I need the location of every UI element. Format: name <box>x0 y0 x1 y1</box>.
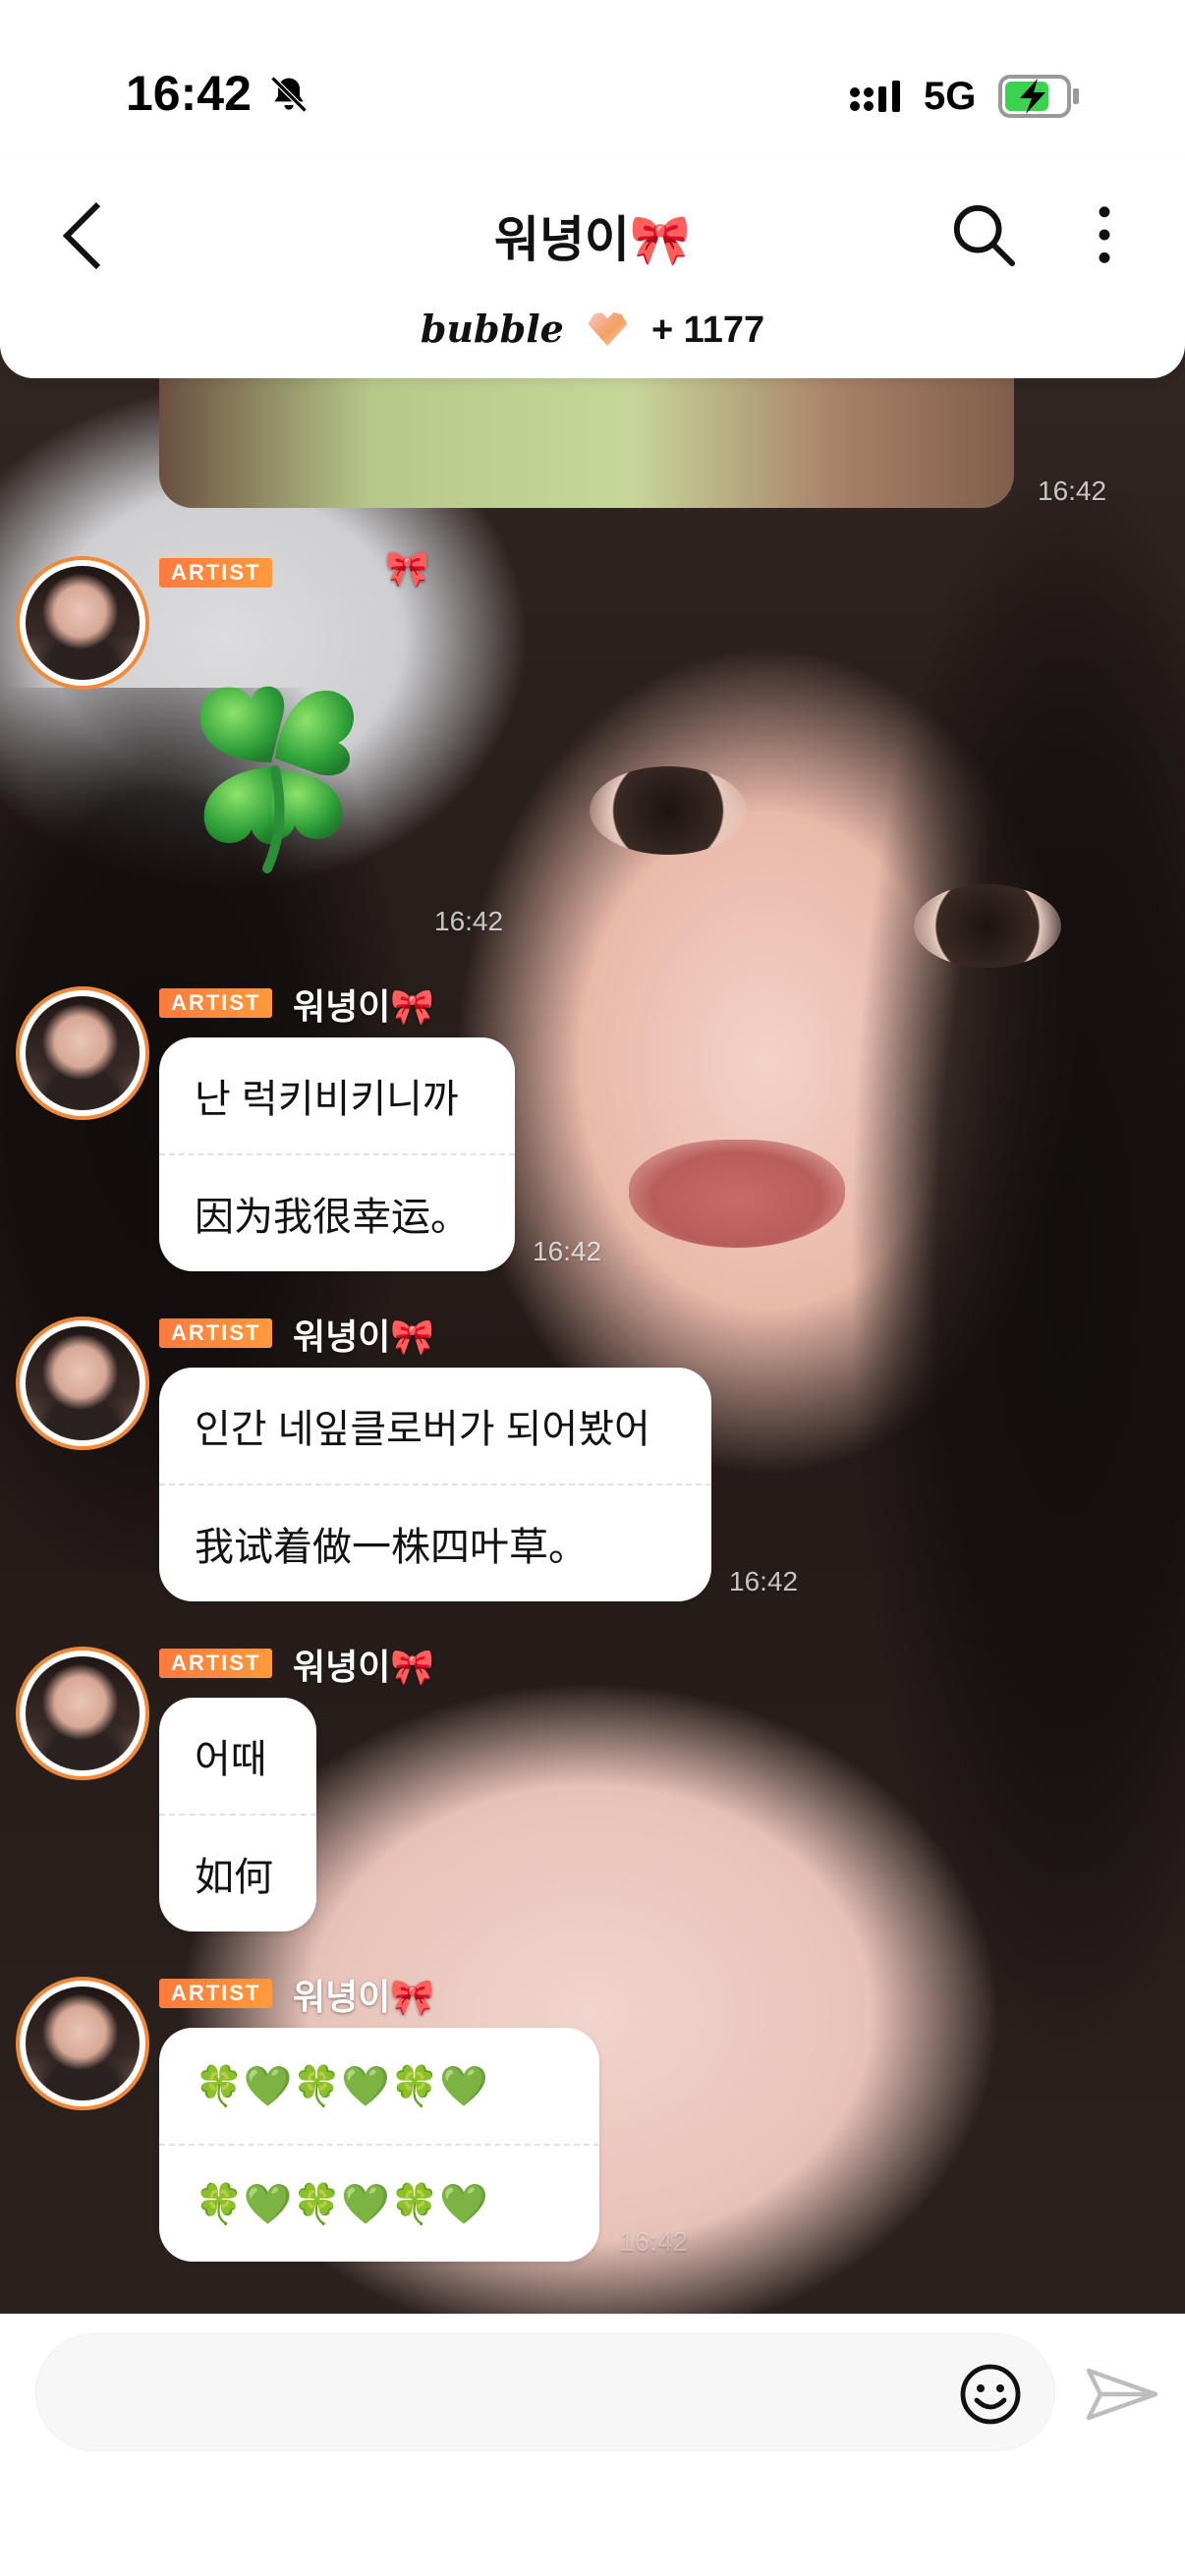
bubble-heart-icon <box>588 312 628 346</box>
message-text-emoji: 🍀💚🍀💚🍀💚 <box>195 2064 488 2108</box>
sender-name: 🎀 <box>385 548 429 588</box>
message-bubble[interactable]: 어때 如何 <box>159 1698 316 1932</box>
message-text-zh: 因为我很幸运。 <box>195 1196 470 1239</box>
artist-avatar[interactable] <box>16 1316 149 1450</box>
artist-badge: ARTIST <box>159 558 273 588</box>
sender-name: 워녕이🎀 <box>293 986 435 1027</box>
status-bar: 16:42 5G <box>0 0 1185 157</box>
background-hair-right <box>831 491 1185 2161</box>
more-options-icon[interactable] <box>1085 200 1124 269</box>
artist-avatar[interactable] <box>16 986 149 1120</box>
search-icon[interactable] <box>949 200 1018 269</box>
message-text-zh: 如何 <box>195 1856 273 1899</box>
message-bubble[interactable]: 난 럭키비키니까 因为我很幸运。 <box>159 1037 515 1271</box>
bubble-subscription-row[interactable]: bubble + 1177 <box>0 307 1185 352</box>
send-paper-plane-icon[interactable] <box>1085 2363 1159 2426</box>
message-text-ko: 인간 네잎클로버가 되어봤어 <box>195 1408 650 1451</box>
bell-slash-icon <box>270 76 308 113</box>
four-leaf-clover-sticker[interactable] <box>173 668 369 874</box>
cellular-signal-icon <box>850 81 900 112</box>
artist-avatar[interactable] <box>16 556 149 690</box>
artist-badge: ARTIST <box>159 1318 273 1348</box>
message-bubble[interactable]: 🍀💚🍀💚🍀💚 🍀💚🍀💚🍀💚 <box>159 2028 599 2262</box>
message-text-zh: 我试着做一株四叶草。 <box>195 1526 588 1569</box>
background-lips <box>629 1140 845 1248</box>
timestamp: 16:42 <box>1038 476 1107 506</box>
message-text-ko: 어때 <box>195 1738 267 1781</box>
chat-header: 워녕이🎀 bubble + 1177 <box>0 157 1185 378</box>
bubble-logo: bubble <box>420 307 564 351</box>
timestamp: 16:42 <box>619 2226 689 2257</box>
network-type: 5G <box>924 75 977 118</box>
timestamp: 16:42 <box>729 1566 799 1596</box>
artist-badge: ARTIST <box>159 1979 273 2008</box>
message-composer <box>0 2314 1185 2576</box>
timestamp: 16:42 <box>434 906 504 936</box>
status-time: 16:42 <box>126 66 252 121</box>
background-eye-left <box>590 766 747 855</box>
background-eye-right <box>914 884 1061 968</box>
battery-charging-icon <box>998 75 1079 118</box>
bubble-count: + 1177 <box>650 309 765 351</box>
previous-photo-message[interactable] <box>159 365 1014 508</box>
artist-avatar[interactable] <box>16 1977 149 2110</box>
artist-avatar[interactable] <box>16 1647 149 1780</box>
message-input[interactable] <box>35 2333 1055 2451</box>
message-bubble[interactable]: 인간 네잎클로버가 되어봤어 我试着做一株四叶草。 <box>159 1368 711 1601</box>
sender-name: 워녕이🎀 <box>293 1647 435 1687</box>
artist-badge: ARTIST <box>159 988 273 1018</box>
artist-badge: ARTIST <box>159 1649 273 1678</box>
message-text-ko: 난 럭키비키니까 <box>195 1078 459 1121</box>
sender-name: 워녕이🎀 <box>293 1977 435 2017</box>
message-text-emoji: 🍀💚🍀💚🍀💚 <box>195 2182 488 2226</box>
sender-name: 워녕이🎀 <box>293 1316 435 1357</box>
timestamp: 16:42 <box>533 1236 602 1266</box>
smiley-icon[interactable] <box>959 2363 1022 2426</box>
